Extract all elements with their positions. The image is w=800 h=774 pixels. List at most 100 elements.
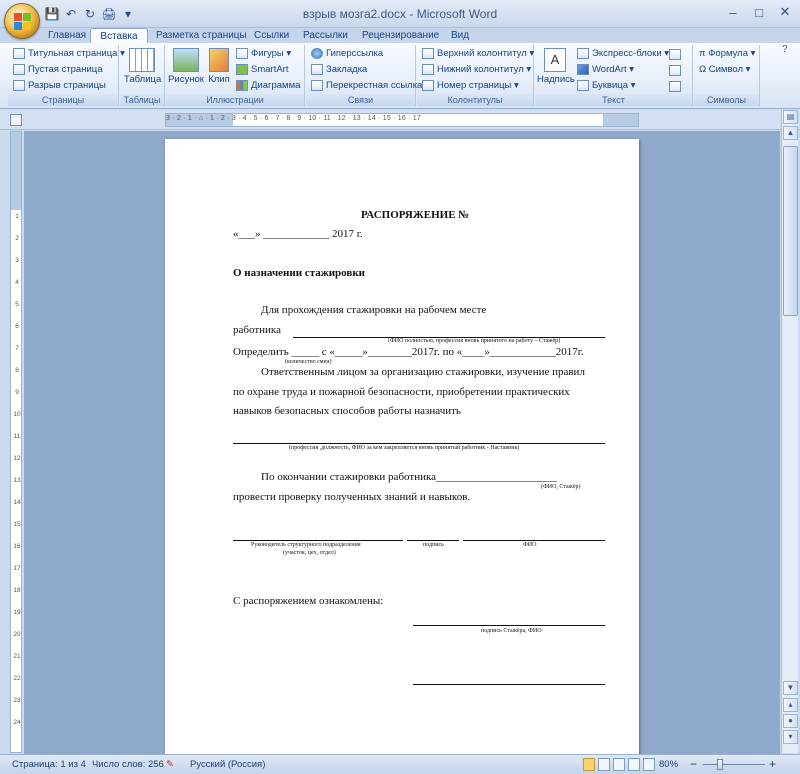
table-button[interactable]: Таблица <box>124 48 161 85</box>
zoom-in-button[interactable]: + <box>769 757 776 771</box>
header-button[interactable]: Верхний колонтитул ▾ <box>422 48 534 59</box>
formula-button[interactable]: π Формула ▾ <box>699 48 755 59</box>
tab-insert[interactable]: Вставка <box>90 28 148 44</box>
zoom-out-button[interactable]: − <box>690 757 697 771</box>
group-pages: Титульная страница ▾ Пустая страница Раз… <box>8 45 125 106</box>
tab-view[interactable]: Вид <box>451 28 469 43</box>
clip-icon <box>209 48 229 72</box>
vruler-number: 13 <box>13 477 21 484</box>
tab-page-layout[interactable]: Разметка страницы <box>156 28 247 43</box>
zoom-level[interactable]: 80% <box>659 759 678 770</box>
scroll-thumb[interactable] <box>783 146 798 316</box>
doc-p3-line2: по охране труда и пожарной безопасности,… <box>233 386 570 398</box>
signature-line-icon[interactable] <box>669 49 681 60</box>
tab-home[interactable]: Главная <box>48 28 86 43</box>
page-counter[interactable]: Страница: 1 из 4 <box>12 759 86 770</box>
ribbon: Титульная страница ▾ Пустая страница Раз… <box>0 43 800 109</box>
smartart-button[interactable]: SmartArt <box>236 64 288 75</box>
office-button[interactable] <box>4 3 40 39</box>
object-icon[interactable] <box>669 81 681 92</box>
prev-page-icon[interactable]: ▴ <box>783 698 798 712</box>
scroll-up-icon[interactable]: ▲ <box>783 126 798 140</box>
group-label-text: Текст <box>535 94 692 106</box>
ruler-bar: 3 · 2 · 1 · ⌂ · 1 · 2 · 3 · 4 · 5 · 6 · … <box>0 110 800 130</box>
title-bar: 💾 ↶ ↻ 🖨 ▾ взрыв мозга2.docx - Microsoft … <box>0 0 800 28</box>
close-button[interactable]: ✕ <box>772 2 798 22</box>
doc-p1-worker: работника <box>233 324 281 336</box>
doc-sig-head: Руководитель структурного подразделения <box>251 542 361 548</box>
ruler-toggle-icon[interactable]: ▤ <box>783 110 798 124</box>
date-time-icon[interactable] <box>669 65 681 76</box>
browse-object-icon[interactable]: ● <box>783 714 798 728</box>
zoom-slider-track[interactable] <box>703 764 765 765</box>
next-page-icon[interactable]: ▾ <box>783 730 798 744</box>
group-symbols: π Формула ▾ Ω Символ ▾ Символы <box>694 45 760 106</box>
drop-cap-button[interactable]: Буквица ▾ <box>577 80 635 91</box>
window-controls: – □ ✕ <box>720 2 798 22</box>
symbol-button[interactable]: Ω Символ ▾ <box>699 64 750 75</box>
vruler-number: 7 <box>15 345 19 352</box>
cover-page-button[interactable]: Титульная страница ▾ <box>13 48 125 59</box>
maximize-button[interactable]: □ <box>746 2 772 22</box>
page-break-button[interactable]: Разрыв страницы <box>13 80 106 91</box>
clip-button[interactable]: Клип <box>204 48 234 85</box>
doc-trainee-sign-line <box>413 625 605 626</box>
full-screen-reading-icon[interactable] <box>598 758 610 771</box>
vruler-number: 12 <box>13 455 21 462</box>
help-icon[interactable]: ? <box>782 44 788 55</box>
vruler-number: 22 <box>13 675 21 682</box>
doc-fio-line <box>463 540 605 541</box>
scroll-down-icon[interactable]: ▼ <box>783 681 798 695</box>
vruler-number: 1 <box>15 213 19 220</box>
tab-selector-icon[interactable] <box>10 114 22 126</box>
shapes-icon <box>236 48 248 59</box>
blank-page-button[interactable]: Пустая страница <box>13 64 102 75</box>
group-links: Гиперссылка Закладка Перекрестная ссылка… <box>306 45 422 106</box>
proofing-icon[interactable]: ✎ <box>166 759 174 770</box>
bookmark-button[interactable]: Закладка <box>311 64 367 75</box>
group-label-symbols: Символы <box>694 94 759 106</box>
doc-date: «___» ____________ 2017 г. <box>233 228 363 240</box>
picture-button[interactable]: Рисунок <box>168 48 204 85</box>
outline-view-icon[interactable] <box>628 758 640 771</box>
bookmark-icon <box>311 64 323 75</box>
document-area[interactable]: РАСПОРЯЖЕНИЕ № «___» ____________ 2017 г… <box>24 131 780 754</box>
tab-mailings[interactable]: Рассылки <box>303 28 348 43</box>
doc-sig-sign: подпись <box>423 542 444 548</box>
footer-button[interactable]: Нижний колонтитул ▾ <box>422 64 531 75</box>
language-indicator[interactable]: Русский (Россия) <box>190 759 265 770</box>
wordart-button[interactable]: WordArt ▾ <box>577 64 634 75</box>
horizontal-ruler[interactable]: 3 · 2 · 1 · ⌂ · 1 · 2 · 3 · 4 · 5 · 6 · … <box>165 113 639 127</box>
smartart-icon <box>236 64 248 75</box>
draft-view-icon[interactable] <box>643 758 655 771</box>
vertical-scrollbar[interactable]: ▤ ▲ ▼ ▴ ● ▾ <box>781 110 798 753</box>
doc-p3-line3: навыков безопасных способов работы назна… <box>233 405 461 417</box>
shapes-button[interactable]: Фигуры ▾ <box>236 48 291 59</box>
group-text: A Надпись Экспресс-блоки ▾ WordArt ▾ Бук… <box>535 45 693 106</box>
status-bar: Страница: 1 из 4 Число слов: 256 ✎ Русск… <box>0 754 800 774</box>
tab-review[interactable]: Рецензирование <box>362 28 439 43</box>
footer-icon <box>422 64 434 75</box>
doc-sign-line <box>407 540 459 541</box>
doc-mentor-line <box>233 443 605 444</box>
office-logo-icon <box>14 13 32 31</box>
hyperlink-button[interactable]: Гиперссылка <box>311 48 383 59</box>
tab-references[interactable]: Ссылки <box>254 28 289 43</box>
ribbon-tabs: Главная Вставка Разметка страницы Ссылки… <box>0 28 800 44</box>
page-number-button[interactable]: Номер страницы ▾ <box>422 80 519 91</box>
document-page[interactable]: РАСПОРЯЖЕНИЕ № «___» ____________ 2017 г… <box>165 139 639 754</box>
word-count[interactable]: Число слов: 256 <box>92 759 164 770</box>
quick-parts-button[interactable]: Экспресс-блоки ▾ <box>577 48 669 59</box>
web-layout-icon[interactable] <box>613 758 625 771</box>
vertical-ruler[interactable]: 1 2 3 4 5 6 7 8 9 10 11 12 13 14 15 16 17 18 19 20 21 22 23 24 <box>10 131 22 753</box>
vruler-number: 19 <box>13 609 21 616</box>
chart-button[interactable]: Диаграмма <box>236 80 300 91</box>
group-label-pages: Страницы <box>8 94 118 106</box>
cross-reference-button[interactable]: Перекрестная ссылка <box>311 80 422 91</box>
quick-parts-icon <box>577 48 589 59</box>
minimize-button[interactable]: – <box>720 2 746 22</box>
zoom-slider-thumb[interactable] <box>717 759 723 770</box>
text-box-button[interactable]: A Надпись <box>537 48 575 85</box>
print-layout-view-icon[interactable] <box>583 758 595 771</box>
globe-link-icon <box>311 48 323 59</box>
